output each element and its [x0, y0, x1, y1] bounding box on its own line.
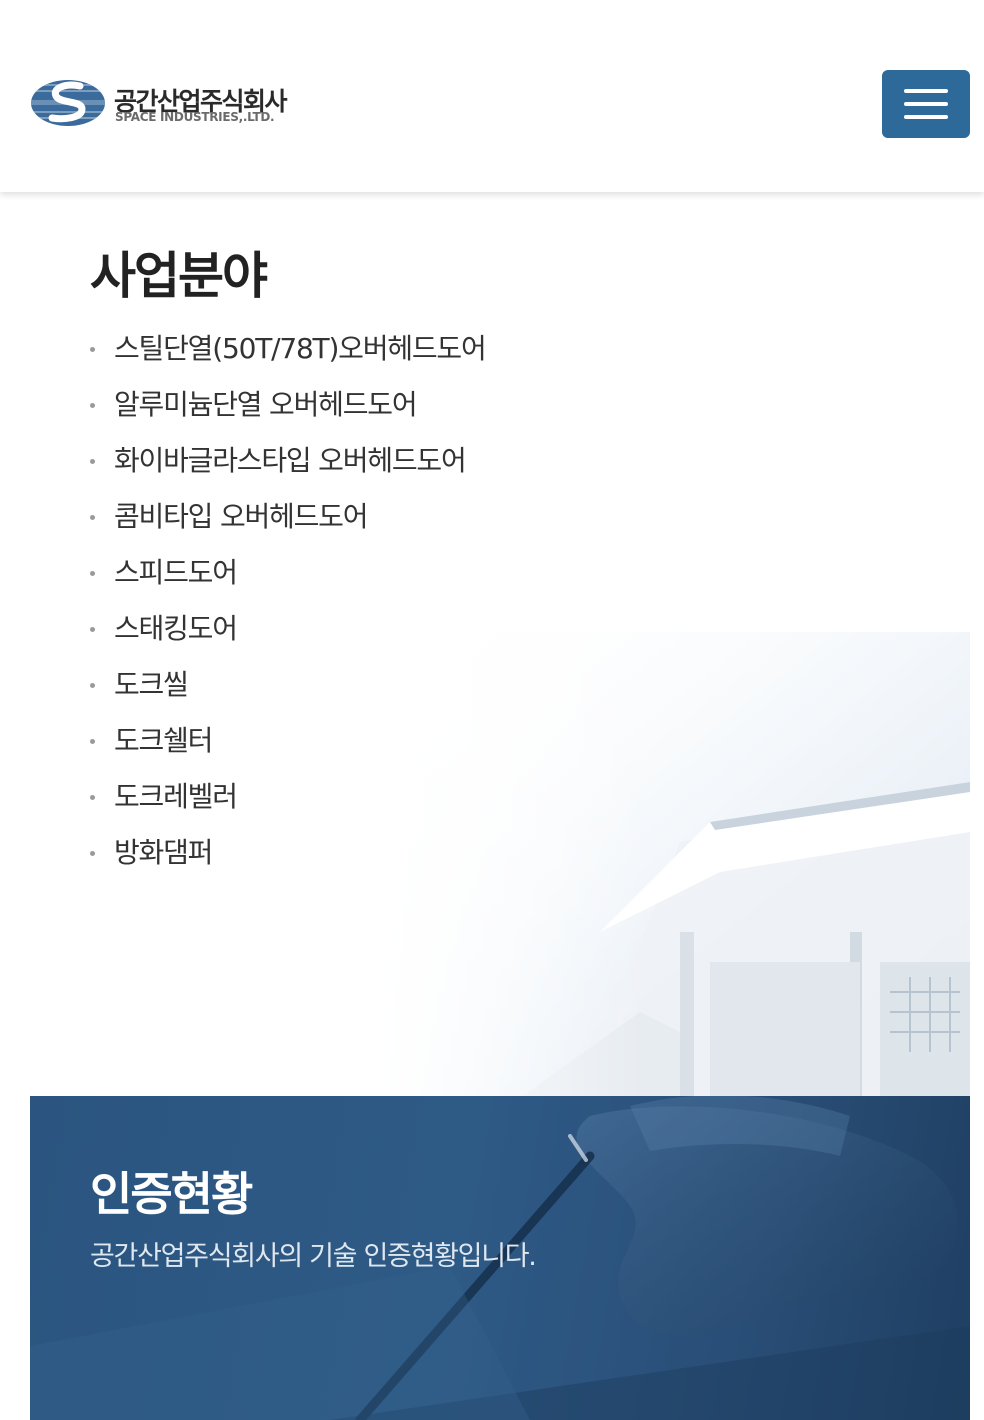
main-content: 사업분야 스틸단열(50T/78T)오버헤드도어 알루미늄단열 오버헤드도어 화…	[0, 192, 984, 1420]
business-section-title: 사업분야	[90, 247, 268, 305]
bullet-icon	[90, 515, 95, 520]
business-list: 스틸단열(50T/78T)오버헤드도어 알루미늄단열 오버헤드도어 화이바글라스…	[90, 328, 487, 888]
logo-english-name: SPACE INDUSTRIES,.LTD.	[115, 110, 275, 124]
hamburger-line	[904, 89, 948, 93]
business-item-label: 스틸단열(50T/78T)오버헤드도어	[114, 332, 487, 365]
business-list-item[interactable]: 스피드도어	[90, 552, 486, 608]
company-logo[interactable]: 공간산업주식회사 SPACE INDUSTRIES,.LTD.	[30, 78, 330, 130]
bullet-icon	[90, 571, 95, 576]
business-list-item[interactable]: 방화댐퍼	[90, 832, 486, 888]
business-list-item[interactable]: 화이바글라스타입 오버헤드도어	[90, 440, 486, 496]
bullet-icon	[90, 795, 95, 800]
bullet-icon	[90, 739, 95, 744]
company-logo-mark-icon	[31, 80, 105, 126]
business-list-item[interactable]: 도크씰	[90, 664, 486, 720]
business-item-label: 방화댐퍼	[114, 836, 213, 869]
business-item-label: 도크쉘터	[114, 724, 213, 757]
business-list-item[interactable]: 도크쉘터	[90, 720, 486, 776]
business-list-item[interactable]: 스틸단열(50T/78T)오버헤드도어	[90, 328, 487, 384]
bullet-icon	[90, 459, 95, 464]
hamburger-line	[904, 102, 948, 106]
business-item-label: 스태킹도어	[114, 612, 238, 645]
hamburger-menu-button[interactable]	[882, 70, 970, 138]
certification-title: 인증현황	[90, 1167, 253, 1221]
bullet-icon	[90, 403, 95, 408]
business-item-label: 알루미늄단열 오버헤드도어	[114, 388, 418, 421]
business-item-label: 콤비타입 오버헤드도어	[114, 500, 369, 533]
business-item-label: 도크씰	[114, 668, 189, 701]
certification-description: 공간산업주식회사의 기술 인증현황입니다.	[90, 1241, 537, 1272]
business-item-label: 도크레벨러	[114, 780, 238, 813]
bullet-icon	[90, 627, 95, 632]
business-list-item[interactable]: 콤비타입 오버헤드도어	[90, 496, 486, 552]
bullet-icon	[90, 683, 95, 688]
hamburger-line	[904, 115, 948, 119]
business-list-item[interactable]: 스태킹도어	[90, 608, 486, 664]
certification-banner[interactable]: 인증현황 공간산업주식회사의 기술 인증현황입니다.	[30, 1096, 970, 1420]
business-item-label: 화이바글라스타입 오버헤드도어	[114, 444, 467, 477]
business-item-label: 스피드도어	[114, 556, 238, 589]
business-list-item[interactable]: 알루미늄단열 오버헤드도어	[90, 384, 486, 440]
business-list-item[interactable]: 도크레벨러	[90, 776, 486, 832]
site-header: 공간산업주식회사 SPACE INDUSTRIES,.LTD.	[0, 0, 984, 192]
bullet-icon	[90, 851, 95, 856]
bullet-icon	[90, 347, 95, 352]
